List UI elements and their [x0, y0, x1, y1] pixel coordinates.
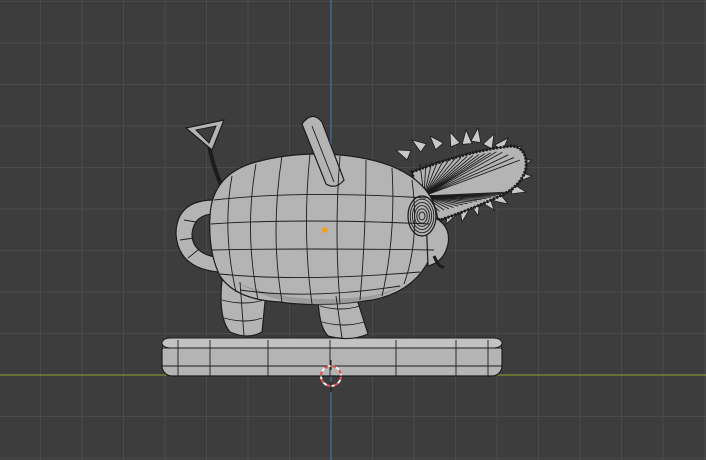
base-pedestal[interactable]	[161, 337, 503, 377]
3d-viewport[interactable]	[0, 0, 706, 460]
tail[interactable]	[184, 119, 225, 188]
object-origin-icon[interactable]	[322, 227, 328, 233]
pochita-body[interactable]	[209, 115, 450, 340]
viewport-canvas[interactable]	[0, 0, 706, 460]
pedestal-top	[161, 337, 503, 349]
